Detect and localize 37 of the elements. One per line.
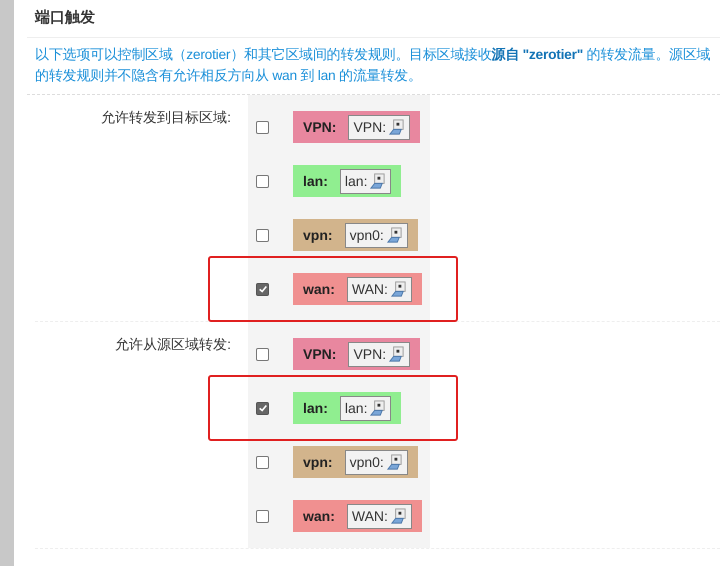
network-icon	[386, 226, 403, 244]
network-tag: vpn0:	[344, 222, 408, 248]
network-icon	[386, 454, 403, 470]
checkbox[interactable]	[256, 402, 269, 414]
network-icon	[388, 118, 406, 136]
field-label: 允许转发到目标区域:	[101, 109, 231, 125]
description-text: 以下选项可以控制区域（zerotier）和其它区域间的转发规则。目标区域接收源自 "zerotier" 的转发流量。源区域	[35, 46, 712, 64]
section-title: 端口触发	[35, 8, 96, 28]
zone-name: VPN:	[303, 119, 336, 135]
network-tag: VPN:	[348, 342, 410, 366]
network-tag: VPN:	[348, 114, 410, 140]
zone-name: wan:	[303, 508, 335, 524]
checkbox[interactable]	[256, 510, 269, 522]
network-tag: WAN:	[346, 504, 412, 528]
zone-name: VPN:	[303, 346, 336, 362]
network-icon	[390, 508, 407, 524]
checkbox[interactable]	[256, 228, 269, 242]
network-tag: lan:	[340, 396, 392, 420]
zone-name: lan:	[303, 173, 328, 189]
checkbox[interactable]	[256, 456, 269, 468]
zone-name: vpn:	[303, 454, 333, 470]
network-tag: vpn0:	[344, 450, 408, 474]
checkbox[interactable]	[256, 120, 269, 134]
checkbox[interactable]	[256, 174, 269, 188]
network-icon	[390, 280, 407, 298]
zone-name: vpn:	[303, 227, 333, 243]
checkbox[interactable]	[256, 348, 269, 360]
network-icon	[369, 400, 386, 416]
description-text: 的转发规则并不隐含有允许相反方向从 wan 到 lan 的流量转发。	[35, 67, 423, 85]
checkbox[interactable]	[256, 282, 269, 296]
network-tag: lan:	[340, 168, 392, 194]
field-label: 允许从源区域转发:	[115, 336, 231, 352]
zone-name: lan:	[303, 400, 328, 416]
zone-name: wan:	[303, 281, 335, 297]
network-icon	[388, 346, 406, 362]
network-tag: WAN:	[346, 276, 412, 302]
network-icon	[369, 172, 386, 190]
